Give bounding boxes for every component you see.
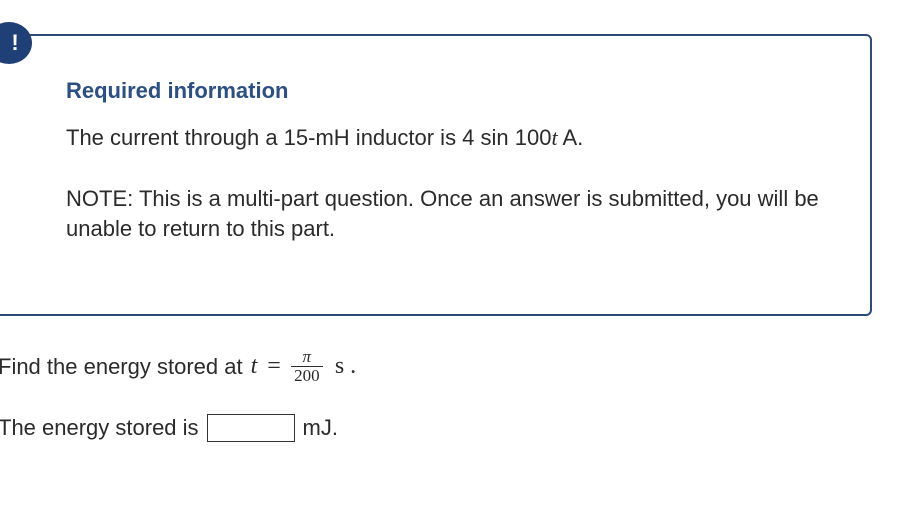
- equals-sign: =: [267, 353, 281, 379]
- fraction-denominator: 200: [294, 366, 320, 385]
- problem-unit: A.: [557, 125, 584, 150]
- problem-statement: The current through a 15-mH inductor is …: [66, 125, 583, 151]
- answer-line: The energy stored is mJ.: [0, 414, 338, 442]
- question-line: Find the energy stored at t = π 200 s .: [0, 348, 356, 385]
- fraction-numerator: π: [302, 347, 312, 366]
- answer-unit: mJ.: [302, 415, 338, 440]
- required-info-box: [0, 34, 872, 316]
- question-text: Find the energy stored at: [0, 353, 243, 379]
- time-variable: t: [250, 353, 258, 379]
- time-expression: t = π 200 s .: [243, 348, 357, 385]
- multi-part-note: NOTE: This is a multi-part question. Onc…: [66, 186, 819, 241]
- time-unit: s .: [334, 353, 357, 379]
- required-info-title: Required information: [66, 78, 289, 103]
- energy-answer-input[interactable]: [206, 414, 295, 442]
- alert-symbol: !: [11, 30, 19, 55]
- answer-label: The energy stored is: [0, 415, 199, 440]
- problem-text: The current through a 15-mH inductor is …: [66, 125, 552, 150]
- time-fraction: π 200: [290, 347, 323, 385]
